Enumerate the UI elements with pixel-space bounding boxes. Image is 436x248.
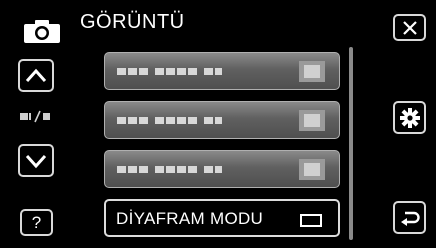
close-button[interactable]	[393, 14, 426, 41]
aperture-mode-icon	[300, 214, 322, 227]
chevron-up-icon	[25, 68, 47, 82]
back-button[interactable]	[393, 201, 426, 234]
close-icon	[402, 20, 417, 35]
menu-item-3[interactable]	[104, 150, 340, 188]
help-label: ?	[31, 212, 42, 232]
camera-icon	[24, 20, 60, 43]
scroll-up-button[interactable]	[18, 59, 54, 92]
gear-icon	[399, 107, 420, 128]
help-button[interactable]: ?	[20, 209, 53, 236]
placeholder-value-icon	[299, 159, 325, 180]
chevron-down-icon	[25, 154, 47, 168]
placeholder-value-icon	[299, 61, 325, 82]
placeholder-value-icon	[299, 110, 325, 131]
menu-item-aperture-mode[interactable]: DİYAFRAM MODU	[104, 199, 340, 237]
menu-item-2[interactable]	[104, 101, 340, 139]
page-title: GÖRÜNTÜ	[80, 11, 185, 33]
scrollbar[interactable]	[349, 47, 353, 240]
settings-button[interactable]	[393, 101, 426, 134]
return-icon	[400, 211, 420, 226]
menu-item-1[interactable]	[104, 52, 340, 90]
menu-item-label: DİYAFRAM MODU	[116, 209, 264, 228]
placeholder-text	[117, 68, 222, 75]
page-indicator-icon	[20, 110, 50, 123]
placeholder-text	[117, 166, 222, 173]
placeholder-text	[117, 117, 222, 124]
scroll-down-button[interactable]	[18, 144, 54, 177]
